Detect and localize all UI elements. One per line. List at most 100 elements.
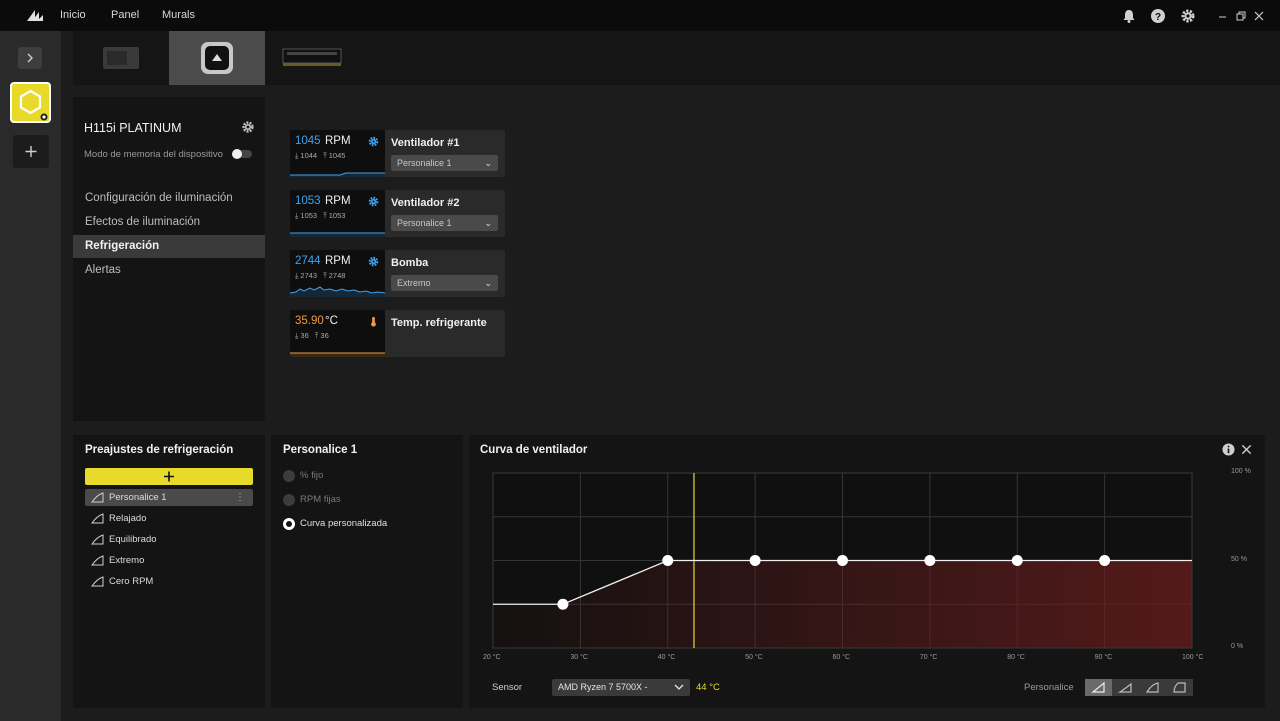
sensor-max: 1045 [328, 151, 346, 160]
preset-curve-icon [91, 534, 104, 545]
mode-option-label: RPM fijas [300, 494, 341, 505]
fan-icon [368, 136, 379, 147]
y-tick-label: 50 % [1231, 555, 1247, 563]
mode-option[interactable]: Curva personalizada [283, 516, 387, 532]
curve-point-handle[interactable] [1011, 555, 1023, 566]
device-thumb-gpu[interactable] [73, 31, 169, 85]
settings-gear-icon[interactable] [1180, 8, 1196, 24]
sensor-minmax: ⤓ 2743 ⤒ 2748 [295, 271, 346, 280]
curve-point-handle[interactable] [837, 555, 848, 566]
curve-point-handle[interactable] [749, 555, 761, 566]
curve-point-handle[interactable] [662, 555, 674, 566]
sensor-profile-value: Personalice 1 [397, 158, 452, 168]
memory-mode-label: Modo de memoria del dispositivo [84, 149, 223, 160]
sensor-profile-select[interactable]: Extremo ⌄ [391, 275, 498, 291]
nav-home[interactable]: Inicio [60, 9, 86, 21]
toggle-knob [232, 149, 242, 159]
device-thumb-cooler[interactable] [169, 31, 265, 85]
sensor-card-control: Temp. refrigerante [385, 310, 505, 357]
sensor-card-control: Bomba Extremo ⌄ [385, 250, 505, 297]
preset-item[interactable]: Extremo [85, 552, 253, 569]
more-options-icon[interactable]: ⋮ [235, 489, 245, 506]
preset-label: Cero RPM [109, 576, 154, 587]
sensor-sparkline [290, 286, 385, 297]
curve-point-handle[interactable] [1099, 555, 1111, 566]
add-preset-button[interactable] [85, 468, 253, 485]
sensor-select[interactable]: AMD Ryzen 7 5700X - [552, 679, 690, 696]
presets-title: Preajustes de refrigeración [85, 444, 234, 456]
preset-item[interactable]: Personalice 1 ⋮ [85, 489, 253, 506]
curve-point-handle[interactable] [924, 555, 936, 566]
sensor-name: Ventilador #2 [391, 197, 460, 209]
radio-button[interactable] [283, 518, 295, 530]
device-strip [73, 31, 1280, 85]
sensor-unit: RPM [325, 255, 351, 267]
add-device-button[interactable] [13, 135, 49, 168]
x-tick-label: 40 °C [657, 654, 676, 661]
sensor-unit: RPM [325, 195, 351, 207]
x-tick-label: 30 °C [570, 654, 588, 661]
radio-button[interactable] [283, 470, 295, 482]
curve-preset-balanced-button[interactable] [1112, 679, 1139, 696]
preset-item[interactable]: Relajado [85, 510, 253, 527]
sensor-profile-value: Extremo [397, 278, 431, 288]
sensor-minmax: ⤓ 1053 ⤒ 1053 [295, 211, 346, 220]
mode-panel: Personalice 1 % fijo RPM fijas Curva perso… [271, 435, 463, 708]
sensor-min: 1044 [300, 151, 318, 160]
chevron-right-icon [27, 53, 33, 63]
device-thumb-ram[interactable] [265, 31, 361, 85]
sensor-value: 1053 [295, 195, 321, 207]
nav-dashboard[interactable]: Panel [111, 9, 139, 21]
device-panel: H115i PLATINUM Modo de memoria del dispo… [73, 97, 265, 421]
sensor-profile-value: Personalice 1 [397, 218, 452, 228]
restore-icon[interactable] [1233, 8, 1249, 24]
gpu-device-image [103, 47, 139, 69]
mode-option-label: % fijo [300, 470, 324, 481]
sensor-min: 2743 [300, 271, 318, 280]
curve-point-handle[interactable] [557, 598, 569, 610]
bell-icon[interactable] [1121, 8, 1137, 24]
curve-preset-extreme-button[interactable] [1166, 679, 1193, 696]
preset-curve-icon [91, 492, 104, 503]
section-menu: Configuración de iluminación Efectos de i… [73, 187, 265, 307]
expand-rail-button[interactable] [18, 47, 42, 69]
sensor-profile-select[interactable]: Personalice 1 ⌄ [391, 215, 498, 231]
svg-text:?: ? [1155, 12, 1161, 23]
sensor-profile-select[interactable]: Personalice 1 ⌄ [391, 155, 498, 171]
sensor-card-control: Ventilador #1 Personalice 1 ⌄ [385, 130, 505, 177]
preset-item[interactable]: Cero RPM [85, 573, 253, 590]
sensor-max: 2748 [328, 271, 346, 280]
device-settings-gear-icon[interactable] [241, 120, 255, 134]
menu-item-0[interactable]: Configuración de iluminación [73, 187, 265, 210]
cooler-device-image [201, 42, 233, 74]
y-tick-label: 0 % [1231, 643, 1244, 650]
x-tick-label: 20 °C [483, 654, 501, 661]
sensor-value: 1045 [295, 135, 321, 147]
curve-preset-performance-button[interactable] [1139, 679, 1166, 696]
sensor-label: Sensor [492, 682, 523, 693]
help-icon[interactable]: ? [1150, 8, 1166, 24]
close-window-icon[interactable] [1251, 8, 1267, 24]
sensor-card-reading: 1045 RPM ⤓ 1044 ⤒ 1045 [290, 130, 385, 177]
chevron-down-icon: ⌄ [484, 218, 492, 228]
curve-preset-quiet-button[interactable] [1085, 679, 1112, 696]
device-tile-selected[interactable] [10, 82, 51, 123]
y-tick-label: 100 % [1231, 468, 1251, 475]
sensor-max: 36 [320, 331, 329, 340]
mode-title: Personalice 1 [283, 444, 358, 456]
menu-item-3[interactable]: Alertas [73, 259, 265, 282]
memory-mode-toggle[interactable] [232, 149, 252, 159]
sensor-max: 1053 [328, 211, 346, 220]
nav-murals[interactable]: Murals [162, 9, 195, 21]
minimize-icon[interactable] [1215, 8, 1231, 24]
mode-option[interactable]: RPM fijas [283, 492, 341, 508]
mode-option[interactable]: % fijo [283, 468, 323, 484]
menu-item-1[interactable]: Efectos de iluminación [73, 211, 265, 234]
fan-icon [368, 196, 379, 207]
fan-curve-chart[interactable] [469, 435, 1265, 675]
preset-curve-icon [91, 576, 104, 587]
preset-item[interactable]: Equilibrado [85, 531, 253, 548]
preset-curve-label: Personalice [1024, 682, 1074, 693]
radio-button[interactable] [283, 494, 295, 506]
menu-item-2[interactable]: Refrigeración [73, 235, 265, 258]
